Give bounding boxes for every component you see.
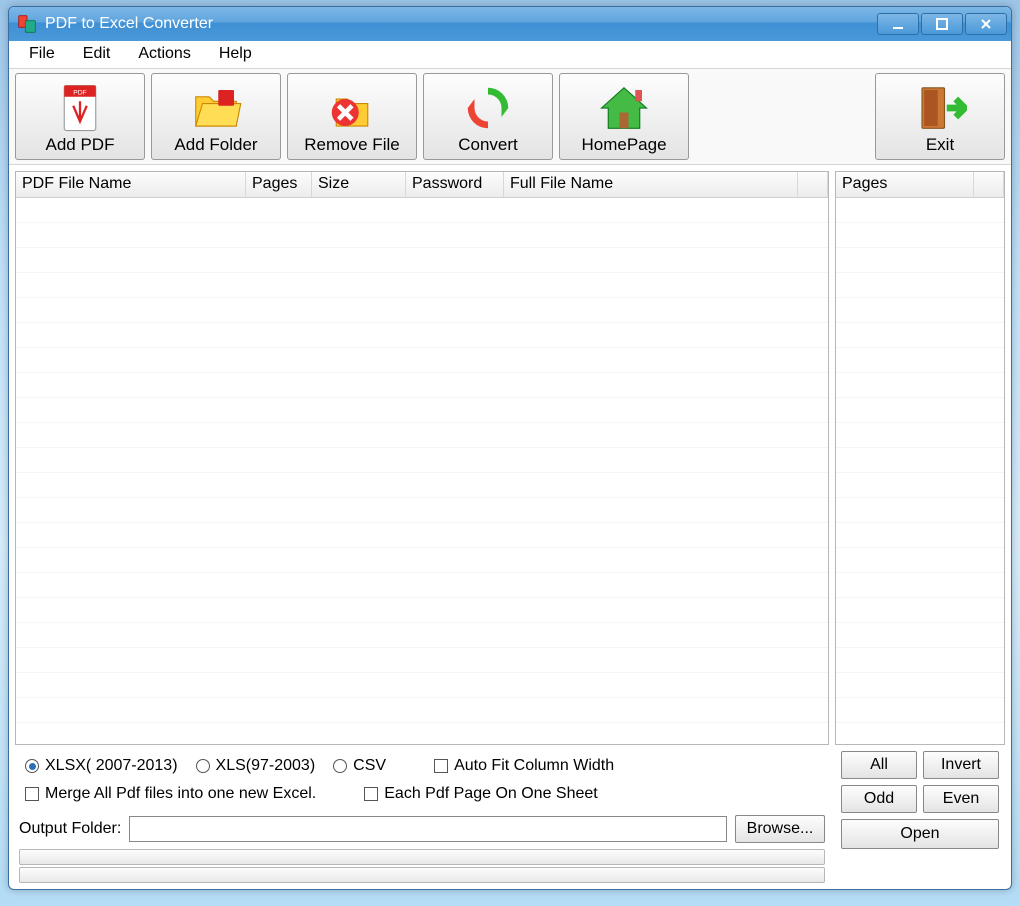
convert-label: Convert — [458, 135, 518, 155]
format-xlsx-radio[interactable]: XLSX( 2007-2013) — [25, 757, 178, 775]
col-filename[interactable]: PDF File Name — [16, 172, 246, 197]
folder-icon — [189, 81, 243, 135]
exit-button[interactable]: Exit — [875, 73, 1005, 160]
options-panel: XLSX( 2007-2013) XLS(97-2003) CSV Auto F… — [15, 751, 829, 811]
selection-buttons: All Invert Odd Even Open — [835, 751, 1005, 857]
homepage-button[interactable]: HomePage — [559, 73, 689, 160]
pages-grid-header: Pages — [836, 172, 1004, 198]
invert-button[interactable]: Invert — [923, 751, 999, 779]
col-spacer — [798, 172, 828, 197]
col-pages[interactable]: Pages — [246, 172, 312, 197]
each-page-label: Each Pdf Page On One Sheet — [384, 785, 597, 803]
pages-grid-body[interactable] — [836, 198, 1004, 744]
radio-icon — [196, 759, 210, 773]
add-pdf-button[interactable]: PDF Add PDF — [15, 73, 145, 160]
browse-button[interactable]: Browse... — [735, 815, 825, 843]
autofit-checkbox[interactable]: Auto Fit Column Width — [434, 757, 614, 775]
open-button[interactable]: Open — [841, 819, 999, 849]
col-password[interactable]: Password — [406, 172, 504, 197]
convert-button[interactable]: Convert — [423, 73, 553, 160]
add-folder-button[interactable]: Add Folder — [151, 73, 281, 160]
app-title: PDF to Excel Converter — [45, 15, 213, 33]
odd-button[interactable]: Odd — [841, 785, 917, 813]
remove-file-label: Remove File — [304, 135, 399, 155]
close-button[interactable] — [965, 13, 1007, 35]
checkbox-icon — [434, 759, 448, 773]
radio-icon — [333, 759, 347, 773]
file-grid[interactable]: PDF File Name Pages Size Password Full F… — [15, 171, 829, 745]
minimize-button[interactable] — [877, 13, 919, 35]
checkbox-icon — [364, 787, 378, 801]
remove-file-button[interactable]: Remove File — [287, 73, 417, 160]
merge-checkbox[interactable]: Merge All Pdf files into one new Excel. — [25, 785, 316, 803]
menu-edit[interactable]: Edit — [69, 41, 125, 68]
exit-icon — [913, 81, 967, 135]
select-all-button[interactable]: All — [841, 751, 917, 779]
workarea: PDF File Name Pages Size Password Full F… — [9, 165, 1011, 751]
radio-icon — [25, 759, 39, 773]
progress-bar-2 — [19, 867, 825, 883]
app-window: PDF to Excel Converter File Edit Actions… — [8, 6, 1012, 890]
even-button[interactable]: Even — [923, 785, 999, 813]
pages-grid[interactable]: Pages — [835, 171, 1005, 745]
bottom-panel: XLSX( 2007-2013) XLS(97-2003) CSV Auto F… — [9, 751, 1011, 889]
progress-bar-1 — [19, 849, 825, 865]
format-xls-radio[interactable]: XLS(97-2003) — [196, 757, 316, 775]
titlebar[interactable]: PDF to Excel Converter — [9, 7, 1011, 41]
add-pdf-label: Add PDF — [46, 135, 115, 155]
pdf-file-icon: PDF — [53, 81, 107, 135]
merge-label: Merge All Pdf files into one new Excel. — [45, 785, 316, 803]
menu-file[interactable]: File — [15, 41, 69, 68]
app-icon — [17, 14, 37, 34]
col-fullname[interactable]: Full File Name — [504, 172, 798, 197]
maximize-button[interactable] — [921, 13, 963, 35]
output-folder-input[interactable] — [129, 816, 727, 842]
col-side-spacer — [974, 172, 1004, 197]
remove-icon — [325, 81, 379, 135]
col-side-pages[interactable]: Pages — [836, 172, 974, 197]
autofit-label: Auto Fit Column Width — [454, 757, 614, 775]
toolbar: PDF Add PDF Add Folder Remove File Conve… — [9, 69, 1011, 165]
checkbox-icon — [25, 787, 39, 801]
file-grid-header: PDF File Name Pages Size Password Full F… — [16, 172, 828, 198]
format-csv-radio[interactable]: CSV — [333, 757, 386, 775]
file-grid-body[interactable] — [16, 198, 828, 744]
homepage-label: HomePage — [581, 135, 666, 155]
home-icon — [597, 81, 651, 135]
convert-icon — [461, 81, 515, 135]
output-label: Output Folder: — [19, 820, 121, 838]
menubar: File Edit Actions Help — [9, 41, 1011, 69]
menu-actions[interactable]: Actions — [124, 41, 204, 68]
each-page-checkbox[interactable]: Each Pdf Page On One Sheet — [364, 785, 597, 803]
format-csv-label: CSV — [353, 757, 386, 775]
col-size[interactable]: Size — [312, 172, 406, 197]
exit-label: Exit — [926, 135, 954, 155]
menu-help[interactable]: Help — [205, 41, 266, 68]
format-xls-label: XLS(97-2003) — [216, 757, 316, 775]
output-row: Output Folder: Browse... — [15, 811, 829, 847]
add-folder-label: Add Folder — [174, 135, 257, 155]
format-xlsx-label: XLSX( 2007-2013) — [45, 757, 178, 775]
svg-text:PDF: PDF — [73, 90, 87, 97]
